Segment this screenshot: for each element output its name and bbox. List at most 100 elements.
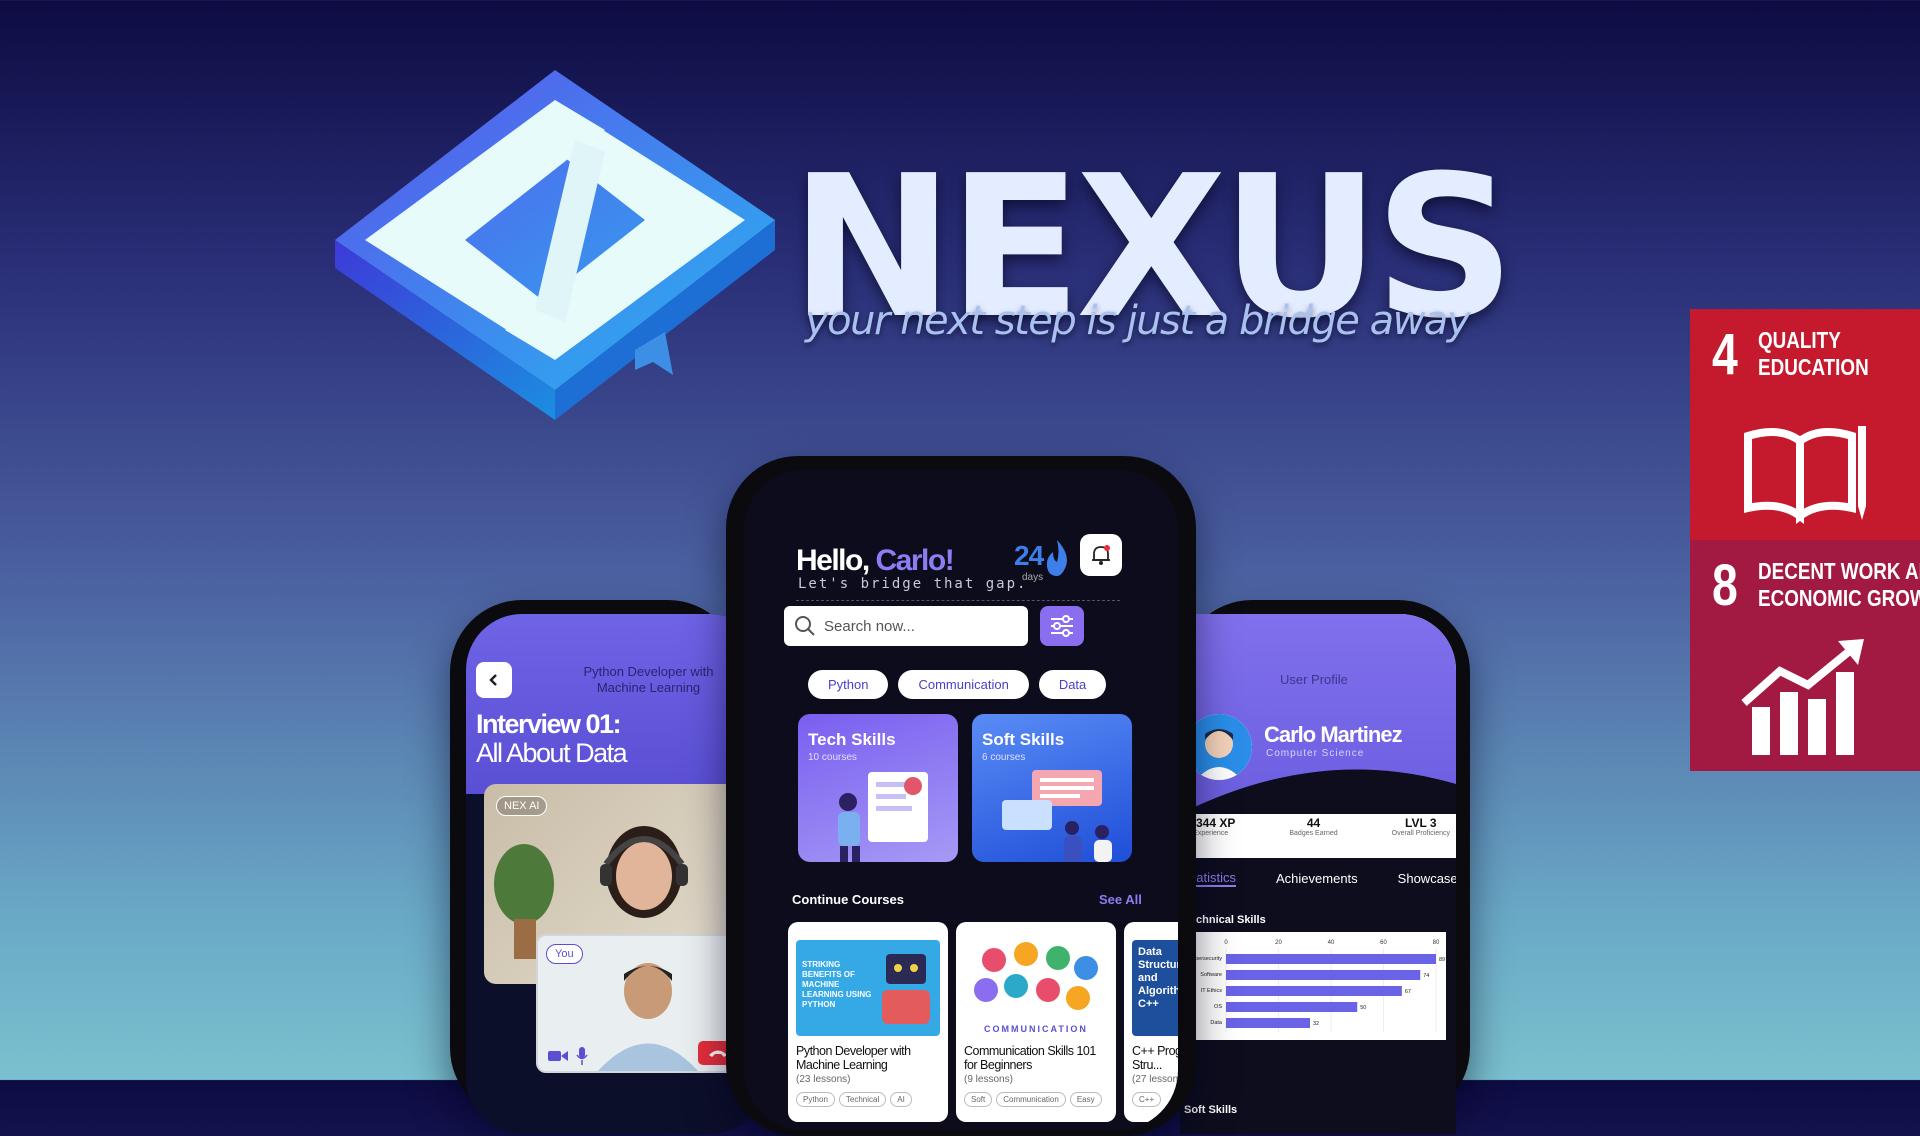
- technical-skills-chart: 0 20 40 60 80Cybersecurity 89Software 74IT Eth…: [1186, 932, 1446, 1040]
- stat-badges: 44 Badges Earned: [1289, 816, 1337, 837]
- course-card-cpp[interactable]: Data Structures and Algorithms C++ C++ P…: [1124, 922, 1178, 1122]
- value-label: 50: [1360, 1005, 1366, 1011]
- sdg-label-line1: DECENT WORK AND: [1758, 558, 1920, 584]
- microphone-icon[interactable]: [576, 1047, 588, 1065]
- sdg-number: 8: [1712, 553, 1738, 618]
- user-name: Carlo!: [875, 544, 955, 577]
- sdg-label-line1: QUALITY: [1758, 327, 1841, 353]
- x-tick-label: 40: [1328, 940, 1335, 946]
- communication-icons-illustration: [974, 942, 1098, 1010]
- profile-title: User Profile: [1280, 672, 1348, 687]
- x-tick-label: 80: [1433, 940, 1440, 946]
- chat-illustration: [1002, 770, 1112, 862]
- search-input[interactable]: Search now...: [784, 606, 1028, 646]
- course-thumbnail: Data Structures and Algorithms C++: [1132, 940, 1178, 1036]
- category-soft-skills[interactable]: Soft Skills 6 courses: [972, 714, 1132, 862]
- stat-label: Overall Proficiency: [1391, 830, 1450, 837]
- interview-screen: Python Developer with Machine Learning I…: [466, 614, 766, 1134]
- stat-value: LVL 3: [1405, 816, 1437, 830]
- course-title: Communication Skills 101 for Beginners: [964, 1044, 1096, 1072]
- course-tag: AI: [890, 1092, 912, 1107]
- chevron-left-icon: [489, 674, 497, 686]
- search-icon: [795, 616, 815, 636]
- skill-bar: [1226, 970, 1421, 980]
- back-button[interactable]: [476, 662, 512, 698]
- sliders-icon: [1051, 615, 1073, 637]
- see-all-link[interactable]: See All: [1099, 892, 1142, 907]
- interview-course: Python Developer with Machine Learning: [583, 664, 714, 695]
- thumbnail-text: Data Structures and Algorithms C++: [1138, 946, 1178, 1010]
- ai-tag: NEX AI: [496, 796, 548, 816]
- course-tag: Easy: [1069, 1092, 1102, 1107]
- profile-major: Computer Science: [1266, 748, 1365, 759]
- profile-name: Carlo Martinez: [1264, 722, 1403, 747]
- category-title: Soft Skills: [982, 730, 1065, 749]
- x-tick-label: 0: [1224, 940, 1228, 946]
- course-card-python[interactable]: STRIKING BENEFITS OF MACHINE LEARNING US…: [788, 922, 948, 1122]
- course-tag: Communication: [996, 1092, 1066, 1107]
- category-tech-skills[interactable]: Tech Skills 10 courses: [798, 714, 958, 862]
- chip-data[interactable]: Data: [1038, 670, 1107, 699]
- skill-bar: [1226, 954, 1436, 964]
- course-tags: Python Technical AI: [796, 1092, 912, 1107]
- filter-button[interactable]: [1040, 606, 1084, 646]
- camera-icon[interactable]: [548, 1049, 568, 1063]
- sdg-number: 4: [1712, 322, 1738, 387]
- greeting: Hello, Carlo!: [796, 544, 955, 578]
- profile-screen: User Profile Carlo Martinez Computer Sci…: [1180, 614, 1456, 1134]
- skill-bar: [1226, 1002, 1358, 1012]
- course-tag: Technical: [838, 1092, 887, 1107]
- search-placeholder: Search now...: [824, 617, 915, 635]
- chip-communication[interactable]: Communication: [898, 670, 1029, 699]
- profile-tabs: Statistics Achievements Showcase: [1180, 858, 1456, 898]
- course-tag: Python: [796, 1092, 835, 1107]
- sdg-4-badge: 4 QUALITY EDUCATION: [1690, 309, 1920, 540]
- topic-chips: Python Communication Data: [808, 670, 1107, 699]
- thumbnail-text: STRIKING BENEFITS OF MACHINE LEARNING US…: [802, 960, 872, 1009]
- sdg-label: DECENT WORK AND ECONOMIC GROWTH: [1758, 558, 1920, 612]
- tab-achievements[interactable]: Achievements: [1276, 871, 1358, 886]
- course-tags: Soft Communication Easy: [964, 1092, 1102, 1107]
- thumbnail-text: COMMUNICATION: [984, 1024, 1088, 1034]
- sdg-label-line2: EDUCATION: [1758, 354, 1869, 380]
- x-tick-label: 60: [1380, 940, 1387, 946]
- greeting-text: Hello,: [796, 544, 876, 577]
- home-screen: Hello, Carlo! Let's bridge that gap. 24 …: [744, 470, 1178, 1130]
- skill-bar: [1226, 986, 1402, 996]
- category-title: Tech Skills: [808, 730, 896, 749]
- stat-label: Badges Earned: [1289, 830, 1338, 837]
- nexus-logo-icon: [335, 70, 775, 420]
- category-label: Data: [1210, 1020, 1223, 1026]
- stat-level: LVL 3 Overall Proficiency: [1392, 816, 1450, 837]
- coding-illustration: [838, 772, 928, 862]
- chip-python[interactable]: Python: [808, 670, 889, 699]
- header-divider: [796, 600, 1120, 601]
- course-tag: Soft: [964, 1092, 993, 1107]
- interview-title: Interview 01:: [476, 709, 622, 739]
- category-label: OS: [1214, 1004, 1222, 1010]
- value-label: 32: [1313, 1021, 1319, 1027]
- technical-skills-title: Technical Skills: [1184, 914, 1266, 926]
- bell-icon: [1092, 545, 1110, 565]
- interview-subtitle: All About Data: [476, 738, 628, 768]
- course-thumbnail: STRIKING BENEFITS OF MACHINE LEARNING US…: [796, 940, 940, 1036]
- stat-value: 44: [1306, 816, 1321, 830]
- phone-hangup-icon: [709, 1050, 727, 1057]
- greeting-subtitle: Let's bridge that gap.: [798, 576, 1028, 592]
- course-tags: C++: [1132, 1092, 1162, 1107]
- course-title: C++ Programming Data Stru...: [1132, 1044, 1178, 1072]
- sdg-label-line2: ECONOMIC GROWTH: [1758, 585, 1920, 611]
- tab-showcase[interactable]: Showcase: [1398, 871, 1456, 886]
- open-book-icon: [1744, 426, 1866, 524]
- soft-skills-title: Soft Skills: [1184, 1104, 1238, 1116]
- notifications-button[interactable]: [1080, 534, 1122, 576]
- category-label: Software: [1200, 972, 1222, 978]
- profile-stats: 3,344 XP Experience 44 Badges Earned LVL 3…: [1180, 816, 1456, 837]
- category-count: 10 courses: [808, 752, 857, 763]
- sdg-label: QUALITY EDUCATION: [1758, 327, 1869, 381]
- skill-bar: [1226, 1018, 1310, 1028]
- x-tick-label: 20: [1275, 940, 1282, 946]
- profile-phone: User Profile Carlo Martinez Computer Sci…: [1180, 600, 1470, 1134]
- course-card-communication[interactable]: COMMUNICATION Communication Skills 101 f…: [956, 922, 1116, 1122]
- flame-icon: [1046, 540, 1067, 576]
